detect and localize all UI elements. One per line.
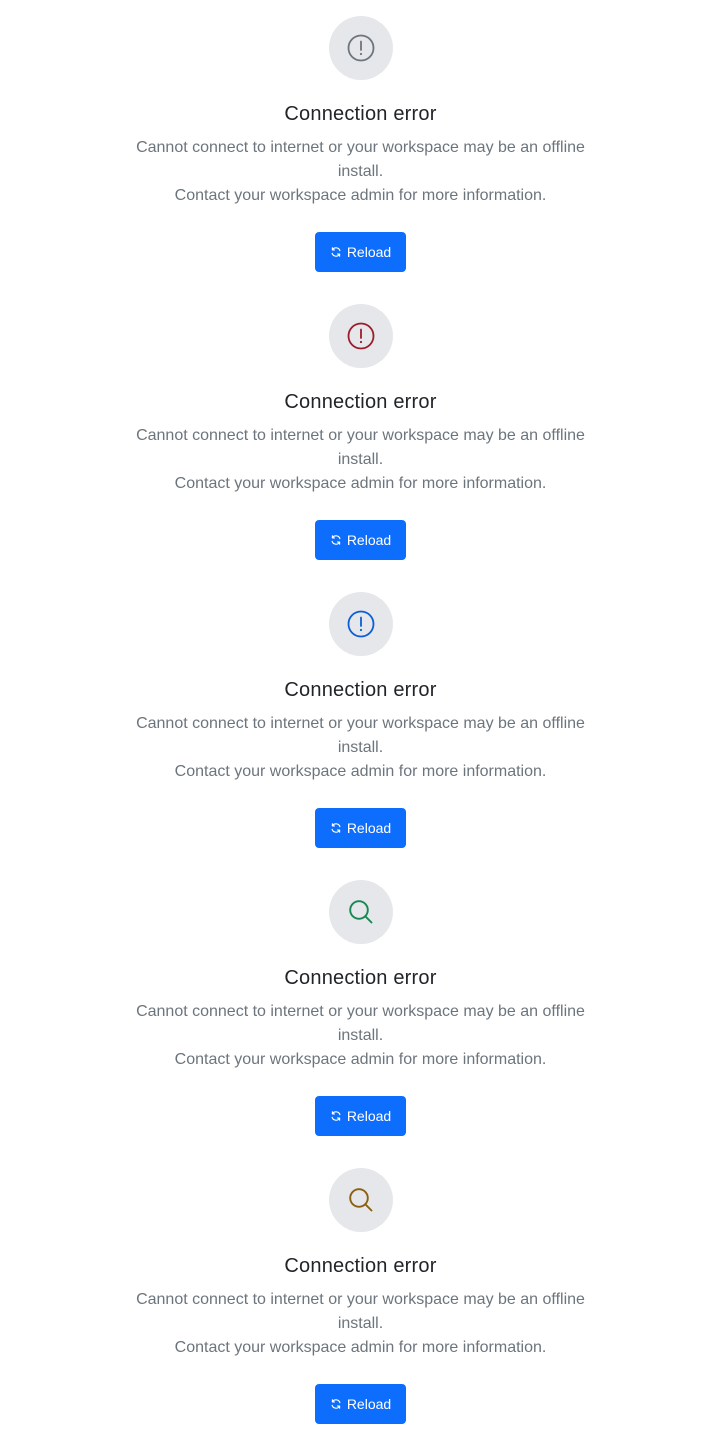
reload-button-label: Reload — [346, 820, 392, 836]
error-description: Cannot connect to internet or your works… — [131, 712, 591, 784]
exclamation-circle-icon — [347, 610, 374, 638]
status-icon-circle — [328, 592, 393, 656]
reload-button-label: Reload — [346, 1108, 392, 1124]
connection-error-block: Connection error Cannot connect to inter… — [0, 864, 721, 1152]
status-icon-circle — [328, 304, 393, 368]
error-title: Connection error — [284, 103, 437, 125]
refresh-icon — [331, 535, 341, 545]
reload-button[interactable]: Reload — [314, 520, 407, 560]
exclamation-circle-icon — [347, 322, 374, 350]
error-message: Cannot connect to internet or your works… — [136, 139, 585, 180]
refresh-icon — [331, 247, 341, 257]
error-message: Cannot connect to internet or your works… — [136, 1003, 585, 1044]
reload-button[interactable]: Reload — [314, 808, 407, 848]
error-message: Cannot connect to internet or your works… — [136, 427, 585, 468]
error-states-page: Connection error Cannot connect to inter… — [0, 0, 721, 1440]
refresh-icon — [331, 823, 341, 833]
connection-error-block: Connection error Cannot connect to inter… — [0, 0, 721, 288]
connection-error-block: Connection error Cannot connect to inter… — [0, 288, 721, 576]
error-description: Cannot connect to internet or your works… — [131, 136, 591, 208]
exclamation-circle-icon — [347, 34, 374, 62]
reload-button[interactable]: Reload — [314, 1384, 407, 1424]
error-message: Cannot connect to internet or your works… — [136, 715, 585, 756]
error-help-text: Contact your workspace admin for more in… — [174, 187, 547, 204]
reload-button-label: Reload — [346, 1396, 392, 1412]
refresh-icon — [331, 1399, 341, 1409]
search-icon — [348, 900, 372, 924]
reload-button[interactable]: Reload — [314, 1096, 407, 1136]
error-help-text: Contact your workspace admin for more in… — [174, 475, 547, 492]
status-icon-circle — [328, 16, 393, 80]
error-help-text: Contact your workspace admin for more in… — [174, 1051, 547, 1068]
error-help-text: Contact your workspace admin for more in… — [174, 763, 547, 780]
error-title: Connection error — [284, 967, 437, 989]
error-description: Cannot connect to internet or your works… — [131, 1000, 591, 1072]
reload-button-label: Reload — [346, 244, 392, 260]
reload-button-label: Reload — [346, 532, 392, 548]
error-description: Cannot connect to internet or your works… — [131, 424, 591, 496]
refresh-icon — [331, 1111, 341, 1121]
error-help-text: Contact your workspace admin for more in… — [174, 1339, 547, 1356]
status-icon-circle — [328, 1168, 393, 1232]
error-description: Cannot connect to internet or your works… — [131, 1288, 591, 1360]
error-message: Cannot connect to internet or your works… — [136, 1291, 585, 1332]
error-title: Connection error — [284, 1255, 437, 1277]
error-title: Connection error — [284, 391, 437, 413]
status-icon-circle — [328, 880, 393, 944]
search-icon — [348, 1188, 372, 1212]
connection-error-block: Connection error Cannot connect to inter… — [0, 1152, 721, 1440]
reload-button[interactable]: Reload — [314, 232, 407, 272]
connection-error-block: Connection error Cannot connect to inter… — [0, 576, 721, 864]
error-title: Connection error — [284, 679, 437, 701]
